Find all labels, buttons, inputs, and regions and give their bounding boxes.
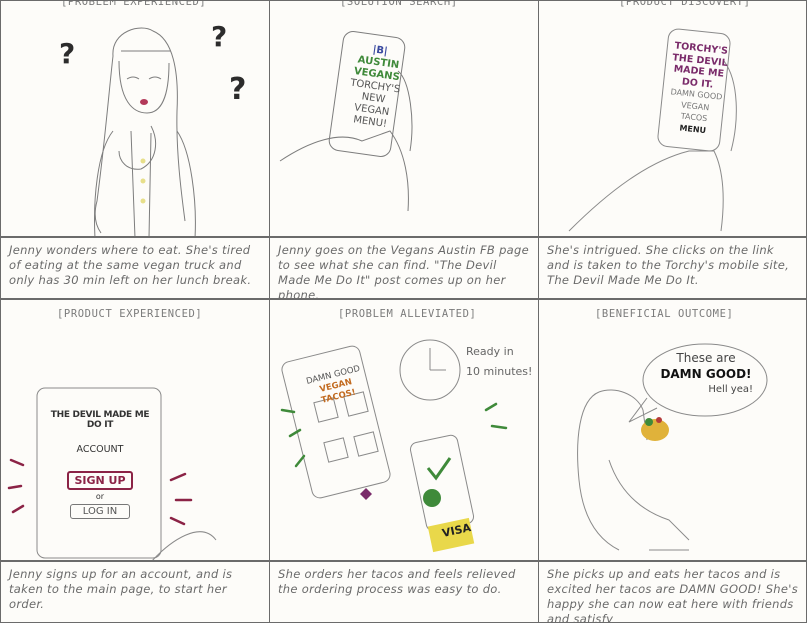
svg-text:?: ? [59, 37, 75, 70]
svg-text:?: ? [229, 72, 246, 107]
bubble-line: These are [676, 351, 736, 365]
panel-solution-search: [SOLUTION SEARCH] |B| AUSTIN VEGANS TORC… [269, 0, 539, 237]
svg-text:?: ? [211, 20, 227, 53]
panel-caption: She picks up and eats her tacos and is e… [538, 561, 807, 623]
panel-caption: Jenny wonders where to eat. She's tired … [0, 237, 270, 299]
panel-problem-alleviated: [PROBLEM ALLEVIATED] DAMN GOOD VEGAN TAC… [269, 299, 539, 561]
panel-caption: She's intrigued. She clicks on the link … [538, 237, 807, 299]
caption-text: She orders her tacos and feels relieved … [278, 567, 516, 596]
panel-product-experienced: [PRODUCT EXPERIENCED] THE DEVIL MADE ME … [0, 299, 270, 561]
bubble-line: DAMN GOOD! [660, 367, 752, 381]
caption-text: Jenny wonders where to eat. She's tired … [9, 243, 252, 287]
caption-text: She picks up and eats her tacos and is e… [547, 567, 799, 623]
or-label: or [95, 492, 105, 501]
ready-line: Ready in [466, 345, 514, 358]
panel-beneficial-outcome: [BENEFICIAL OUTCOME] These are DAMN GOOD… [538, 299, 807, 561]
caption-text: Jenny signs up for an account, and is ta… [9, 567, 233, 611]
panel-caption: Jenny goes on the Vegans Austin FB page … [269, 237, 539, 299]
account-label: ACCOUNT [76, 444, 124, 455]
caption-text: She's intrigued. She clicks on the link … [547, 243, 790, 287]
caption-text: Jenny goes on the Vegans Austin FB page … [278, 243, 529, 299]
panel-caption: She orders her tacos and feels relieved … [269, 561, 539, 623]
tablet-screen: THE DEVIL MADE ME DO IT ACCOUNT SIGN UP … [45, 410, 155, 519]
panel-problem-experienced: [PROBLEM EXPERIENCED] ? ? ? [0, 0, 270, 237]
girl-thinking-drawing: ? ? ? [59, 20, 246, 236]
order-drawing [280, 339, 508, 553]
panel-product-discovery: [PRODUCT DISCOVERY] TORCHY'S THE DEVIL M… [538, 0, 807, 237]
storyboard: [PROBLEM EXPERIENCED] ? ? ? Jenny wonder… [0, 0, 807, 623]
ready-line: 10 minutes! [466, 365, 533, 378]
girl-eating-drawing [577, 343, 768, 551]
panel-caption: Jenny signs up for an account, and is ta… [0, 561, 270, 623]
speech-bubble: These are DAMN GOOD! Hell yea! [651, 350, 761, 398]
signup-button[interactable]: SIGN UP [67, 471, 133, 490]
bubble-line: Hell yea! [708, 384, 753, 395]
hand-phone-drawing [279, 31, 413, 212]
tablet-brand-title: THE DEVIL MADE ME DO IT [50, 410, 150, 430]
ready-note: Ready in 10 minutes! [466, 342, 532, 382]
login-button[interactable]: LOG IN [70, 504, 130, 519]
phone-screen-text: TORCHY'S THE DEVIL MADE ME DO IT. DAMN G… [664, 40, 729, 137]
